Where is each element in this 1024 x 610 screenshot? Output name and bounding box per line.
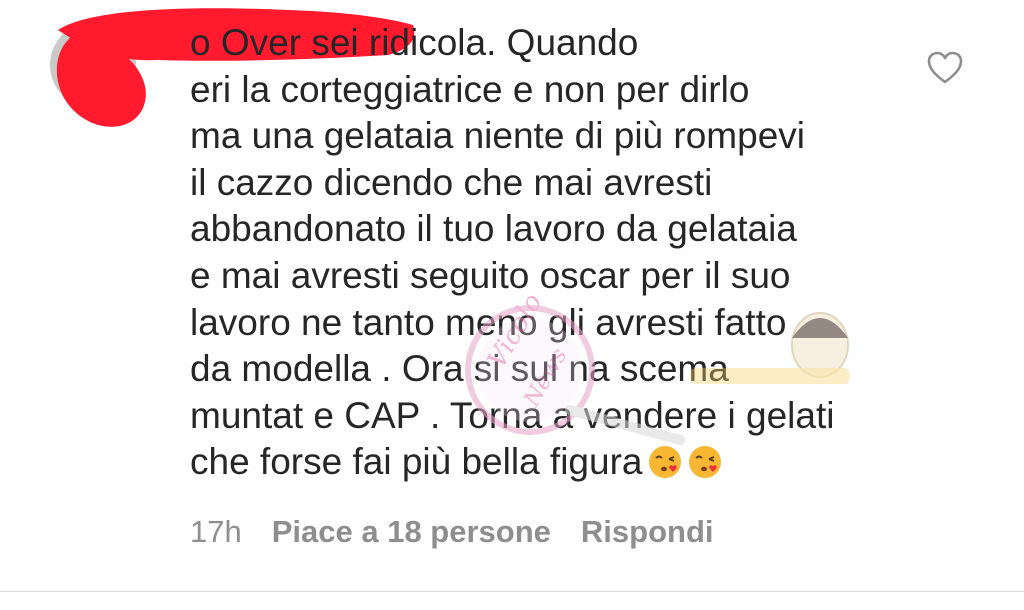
divider [0, 591, 1024, 592]
comment-meta: 17h Piace a 18 persone Rispondi [190, 512, 714, 552]
comment-text: o Over sei ridicola. Quando eri la corte… [190, 20, 910, 486]
kissing-face-emoji [648, 446, 681, 479]
likes-count-link[interactable]: Piace a 18 persone [272, 514, 551, 550]
avatar[interactable] [50, 22, 136, 108]
heart-outline-icon[interactable] [926, 50, 964, 86]
kissing-face-emoji [688, 446, 721, 479]
comment-item: o Over sei ridicola. Quando eri la corte… [0, 0, 1024, 610]
reply-button[interactable]: Rispondi [581, 514, 714, 550]
comment-timestamp: 17h [190, 514, 242, 549]
comment-body: o Over sei ridicola. Quando eri la corte… [190, 22, 835, 483]
